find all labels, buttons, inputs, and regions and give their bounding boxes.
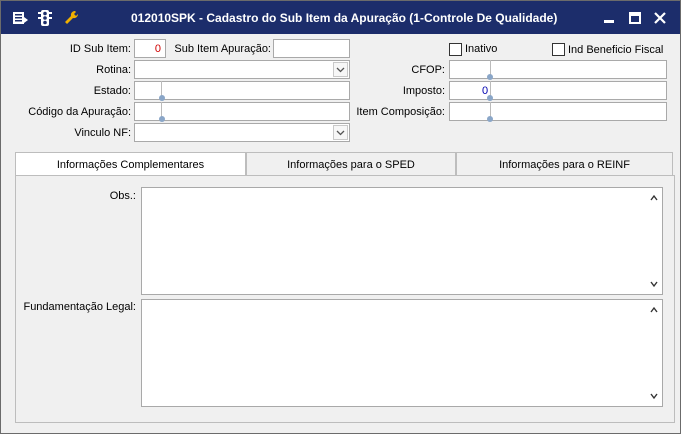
fundamentacao-scrollbar[interactable] <box>646 300 662 406</box>
codigo-apuracao-label: Código da Apuração: <box>28 106 131 118</box>
chevron-down-icon <box>336 130 345 136</box>
sub-item-apuracao-field[interactable] <box>273 39 350 58</box>
maximize-icon[interactable] <box>627 10 643 26</box>
rotina-label: Rotina: <box>96 64 131 76</box>
minimize-icon[interactable] <box>601 10 617 26</box>
estado-label: Estado: <box>93 85 131 97</box>
vinculo-nf-label: Vinculo NF: <box>74 127 131 139</box>
cfop-lookup-icon[interactable] <box>487 74 493 80</box>
rotina-dropdown-button[interactable] <box>333 62 348 77</box>
codigo-apuracao-lookup-icon[interactable] <box>159 116 165 122</box>
codigo-apuracao-field[interactable] <box>134 102 350 122</box>
ind-beneficio-label: Ind Beneficio Fiscal <box>568 44 664 56</box>
id-sub-item-label: ID Sub Item: <box>69 43 131 55</box>
fundamentacao-textarea[interactable] <box>141 299 663 407</box>
window-title: 012010SPK - Cadastro do Sub Item da Apur… <box>131 11 558 25</box>
cfop-label: CFOP: <box>411 64 445 76</box>
estado-lookup-icon[interactable] <box>159 95 165 101</box>
main-window: 012010SPK - Cadastro do Sub Item da Apur… <box>0 0 681 434</box>
obs-scrollbar[interactable] <box>646 188 662 294</box>
vinculo-nf-dropdown[interactable] <box>134 123 350 142</box>
id-sub-item-value: 0 <box>154 43 161 55</box>
chevron-down-icon[interactable] <box>650 280 658 288</box>
tab-panel: Obs.: Fundamentação Legal: <box>15 175 675 423</box>
id-sub-item-field[interactable]: 0 <box>134 39 166 58</box>
traffic-light-icon[interactable] <box>36 9 54 27</box>
fundamentacao-label: Fundamentação Legal: <box>23 301 136 313</box>
vinculo-nf-dropdown-button[interactable] <box>333 125 348 140</box>
tab-informacoes-complementares[interactable]: Informações Complementares <box>15 152 246 177</box>
estado-field[interactable] <box>134 81 350 101</box>
item-composicao-label: Item Composição: <box>356 106 445 118</box>
item-composicao-lookup-icon[interactable] <box>487 116 493 122</box>
chevron-down-icon[interactable] <box>650 392 658 400</box>
cfop-field[interactable] <box>449 60 667 80</box>
title-bar: 012010SPK - Cadastro do Sub Item da Apur… <box>1 1 680 34</box>
obs-textarea[interactable] <box>141 187 663 295</box>
wrench-icon[interactable] <box>63 9 81 27</box>
chevron-up-icon[interactable] <box>650 194 658 202</box>
chevron-down-icon <box>336 67 345 73</box>
chevron-up-icon[interactable] <box>650 306 658 314</box>
obs-label: Obs.: <box>109 190 136 202</box>
imposto-label: Imposto: <box>402 85 445 97</box>
ind-beneficio-checkbox[interactable] <box>552 43 565 56</box>
rotina-dropdown[interactable] <box>134 60 350 79</box>
inativo-checkbox[interactable] <box>449 43 462 56</box>
imposto-field[interactable]: 0 <box>449 81 667 101</box>
sub-item-apuracao-label: Sub Item Apuração: <box>174 43 271 55</box>
inativo-label: Inativo <box>465 43 498 55</box>
tab-informacoes-sped[interactable]: Informações para o SPED <box>246 152 456 176</box>
close-icon[interactable] <box>652 10 668 26</box>
menu-icon[interactable] <box>11 9 29 27</box>
item-composicao-field[interactable] <box>449 102 667 122</box>
tab-informacoes-reinf[interactable]: Informações para o REINF <box>456 152 673 176</box>
imposto-lookup-icon[interactable] <box>487 95 493 101</box>
